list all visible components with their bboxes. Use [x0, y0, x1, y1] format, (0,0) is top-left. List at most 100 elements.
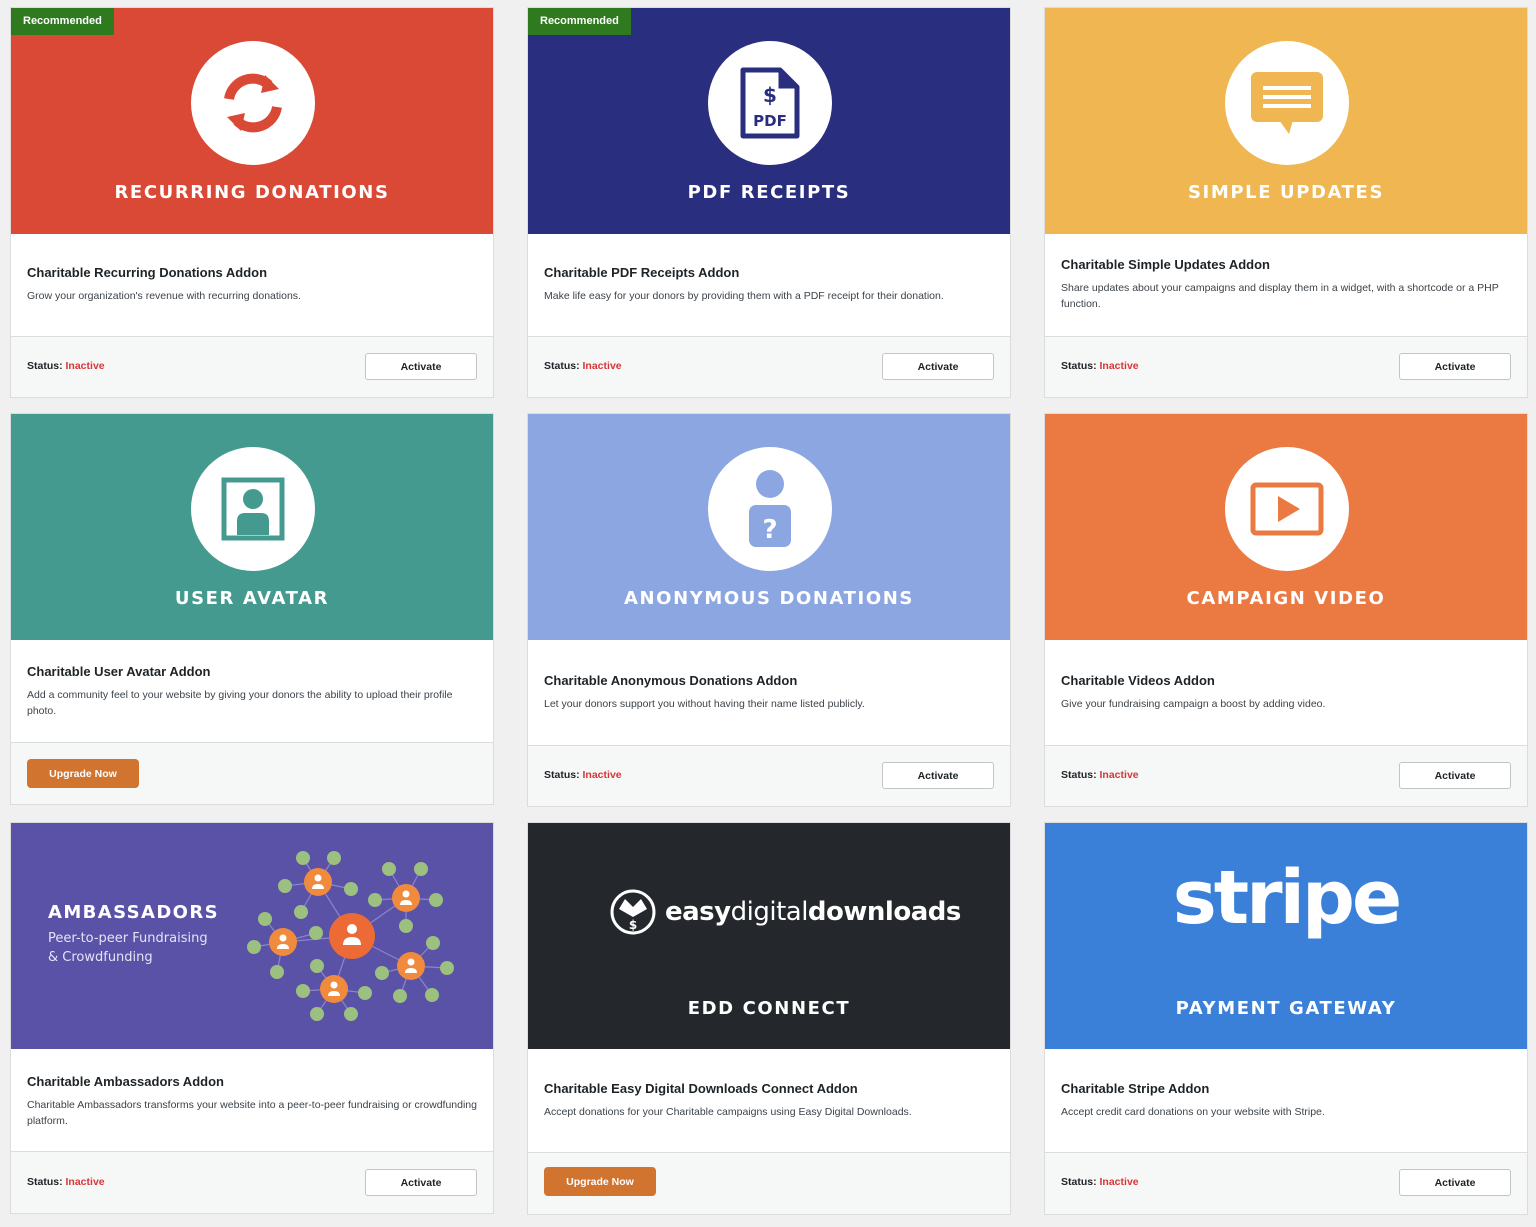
status-value: Inactive	[1099, 360, 1139, 372]
status-label: Status:	[1061, 360, 1097, 372]
status-label: Status:	[1061, 1176, 1097, 1188]
refresh-icon	[224, 73, 282, 133]
addon-name: Charitable Anonymous Donations Addon	[544, 673, 798, 688]
addon-banner: $ easydigitaldownloads EDD CONNECT	[528, 823, 1010, 1049]
addon-banner: Recommended RECURRING DONATIONS	[11, 8, 493, 234]
avatar-icon	[221, 477, 285, 541]
edd-logo: $ easydigitaldownloads	[610, 889, 961, 935]
addon-body: Charitable Recurring Donations Addon Gro…	[11, 234, 493, 336]
addon-body: Charitable Stripe Addon Accept credit ca…	[1045, 1049, 1527, 1152]
addon-banner: AMBASSADORS Peer-to-peer Fundraising & C…	[11, 823, 493, 1049]
addon-description: Grow your organization's revenue with re…	[27, 290, 301, 302]
banner-title: RECURRING DONATIONS	[114, 182, 390, 203]
addon-body: Charitable User Avatar Addon Add a commu…	[11, 640, 493, 742]
addon-footer: Status: Inactive Activate	[11, 1151, 493, 1213]
addon-body: Charitable PDF Receipts Addon Make life …	[528, 234, 1010, 336]
addon-card-simple-updates: SIMPLE UPDATES Charitable Simple Updates…	[1044, 7, 1528, 398]
status-text: Status: Inactive	[1061, 360, 1139, 372]
recommended-badge: Recommended	[11, 8, 114, 35]
video-icon	[1250, 482, 1324, 536]
addon-body: Charitable Videos Addon Give your fundra…	[1045, 640, 1527, 745]
addon-name: Charitable PDF Receipts Addon	[544, 265, 740, 280]
activate-button[interactable]: Activate	[365, 353, 477, 380]
anonymous-user-icon: ?	[749, 470, 791, 547]
addon-card-edd-connect: $ easydigitaldownloads EDD CONNECT Chari…	[527, 822, 1011, 1215]
addon-card-pdf-receipts: Recommended $ PDF PDF RECEIPTS Charitabl…	[527, 7, 1011, 398]
addon-name: Charitable User Avatar Addon	[27, 664, 211, 679]
addon-description: Accept credit card donations on your web…	[1061, 1106, 1325, 1118]
status-label: Status:	[1061, 769, 1097, 781]
icon-circle	[191, 447, 315, 571]
status-value: Inactive	[582, 769, 622, 781]
status-value: Inactive	[65, 1176, 105, 1188]
edd-logo-text-downloads: downloads	[807, 897, 961, 927]
addon-banner: stripe PAYMENT GATEWAY	[1045, 823, 1527, 1049]
addon-body: Charitable Simple Updates Addon Share up…	[1045, 234, 1527, 336]
addon-card-stripe: stripe PAYMENT GATEWAY Charitable Stripe…	[1044, 822, 1528, 1215]
addon-card-ambassadors: AMBASSADORS Peer-to-peer Fundraising & C…	[10, 822, 494, 1214]
addon-name: Charitable Ambassadors Addon	[27, 1074, 224, 1089]
addon-name: Charitable Stripe Addon	[1061, 1081, 1210, 1096]
addon-body: Charitable Anonymous Donations Addon Let…	[528, 640, 1010, 745]
addon-card-anonymous-donations: ? ANONYMOUS DONATIONS Charitable Anonymo…	[527, 413, 1011, 807]
addon-footer: Status: Inactive Activate	[1045, 336, 1527, 397]
svg-text:$: $	[629, 918, 637, 932]
banner-title: PDF RECEIPTS	[687, 182, 851, 203]
addon-name: Charitable Simple Updates Addon	[1061, 257, 1270, 272]
banner-title: PAYMENT GATEWAY	[1175, 998, 1397, 1019]
message-icon	[1251, 72, 1323, 134]
banner-title: USER AVATAR	[174, 588, 330, 609]
addon-card-campaign-video: CAMPAIGN VIDEO Charitable Videos Addon G…	[1044, 413, 1528, 807]
upgrade-now-button[interactable]: Upgrade Now	[27, 759, 139, 788]
addon-description: Make life easy for your donors by provid…	[544, 290, 944, 302]
addon-card-recurring-donations: Recommended RECURRING DONATIONS Charitab…	[10, 7, 494, 398]
pdf-file-icon: $ PDF	[740, 67, 800, 139]
addon-description: Share updates about your campaigns and d…	[1061, 282, 1499, 310]
addon-footer: Upgrade Now	[528, 1152, 1010, 1214]
edd-logo-icon: $	[610, 889, 656, 935]
status-label: Status:	[544, 360, 580, 372]
status-value: Inactive	[582, 360, 622, 372]
edd-logo-text-easy: easy	[665, 897, 731, 927]
edd-logo-text-digital: digital	[730, 897, 809, 927]
addon-footer: Status: Inactive Activate	[11, 336, 493, 397]
banner-title: EDD CONNECT	[687, 998, 851, 1019]
status-text: Status: Inactive	[544, 360, 622, 372]
addon-footer: Upgrade Now	[11, 742, 493, 804]
activate-button[interactable]: Activate	[365, 1169, 477, 1196]
addon-banner: ? ANONYMOUS DONATIONS	[528, 414, 1010, 640]
addon-name: Charitable Videos Addon	[1061, 673, 1215, 688]
icon-circle	[1225, 41, 1349, 165]
status-text: Status: Inactive	[1061, 769, 1139, 781]
banner-title: SIMPLE UPDATES	[1187, 182, 1385, 203]
addon-body: Charitable Ambassadors Addon Charitable …	[11, 1049, 493, 1151]
upgrade-now-button[interactable]: Upgrade Now	[544, 1167, 656, 1196]
network-icon	[247, 851, 454, 1021]
addon-footer: Status: Inactive Activate	[1045, 745, 1527, 806]
svg-text:$: $	[763, 83, 777, 107]
status-text: Status: Inactive	[544, 769, 622, 781]
banner-title: CAMPAIGN VIDEO	[1186, 588, 1386, 609]
addon-description: Accept donations for your Charitable cam…	[544, 1106, 912, 1118]
addon-banner: Recommended $ PDF PDF RECEIPTS	[528, 8, 1010, 234]
activate-button[interactable]: Activate	[882, 762, 994, 789]
status-label: Status:	[27, 1176, 63, 1188]
banner-title: ANONYMOUS DONATIONS	[623, 588, 914, 609]
icon-circle	[191, 41, 315, 165]
addon-banner: SIMPLE UPDATES	[1045, 8, 1527, 234]
activate-button[interactable]: Activate	[1399, 762, 1511, 789]
addon-card-user-avatar: USER AVATAR Charitable User Avatar Addon…	[10, 413, 494, 805]
addon-name: Charitable Recurring Donations Addon	[27, 265, 268, 280]
activate-button[interactable]: Activate	[1399, 1169, 1511, 1196]
addon-description: Add a community feel to your website by …	[27, 689, 453, 717]
addon-banner: CAMPAIGN VIDEO	[1045, 414, 1527, 640]
svg-text:PDF: PDF	[753, 112, 787, 130]
icon-circle: $ PDF	[708, 41, 832, 165]
status-value: Inactive	[65, 360, 105, 372]
activate-button[interactable]: Activate	[882, 353, 994, 380]
addon-description: Let your donors support you without havi…	[544, 698, 865, 710]
addon-description: Charitable Ambassadors transforms your w…	[27, 1099, 477, 1127]
status-value: Inactive	[1099, 769, 1139, 781]
addon-banner: USER AVATAR	[11, 414, 493, 640]
activate-button[interactable]: Activate	[1399, 353, 1511, 380]
